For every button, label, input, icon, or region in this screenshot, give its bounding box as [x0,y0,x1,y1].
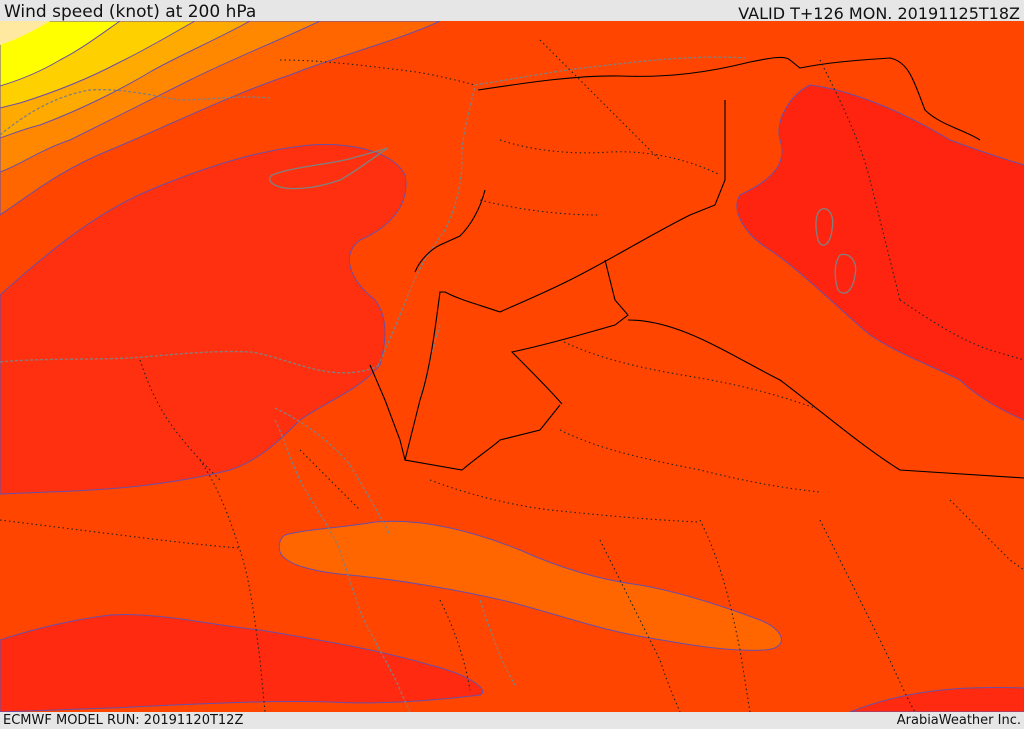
credit-label: ArabiaWeather Inc. [896,713,1021,728]
map-canvas [0,21,1024,712]
model-run-label: ECMWF MODEL RUN: 20191120T12Z [3,713,244,728]
footer-bar: ECMWF MODEL RUN: 20191120T12Z ArabiaWeat… [0,712,1024,729]
wind-speed-map [0,21,1024,712]
header-bar: Wind speed (knot) at 200 hPa VALID T+126… [0,0,1024,23]
map-title: Wind speed (knot) at 200 hPa [4,2,257,22]
